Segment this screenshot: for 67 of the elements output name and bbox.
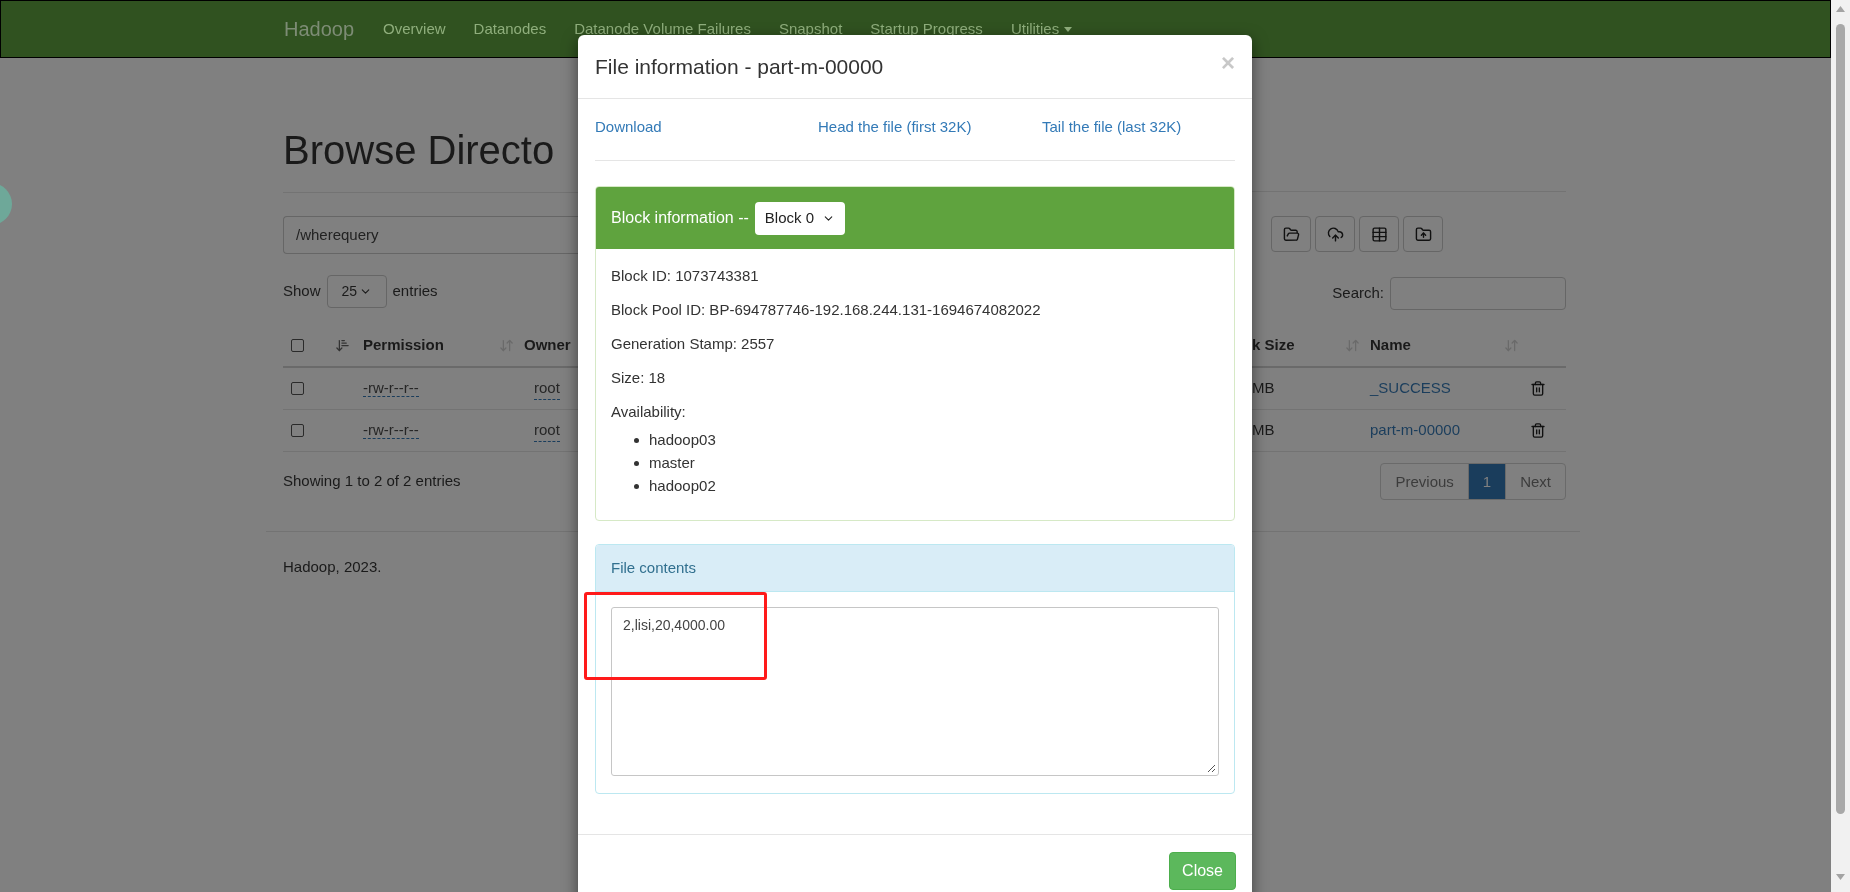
nav-link[interactable]: Datanodes (459, 17, 561, 41)
column-header[interactable]: Name (1370, 334, 1504, 357)
entries-label: entries (392, 280, 438, 301)
column-header[interactable]: Permission (363, 334, 499, 357)
nav-link[interactable]: Utilities (996, 17, 1087, 41)
file-link[interactable]: _SUCCESS (1370, 379, 1451, 397)
checkbox[interactable] (291, 382, 304, 395)
search-field[interactable] (1390, 277, 1566, 310)
modal-link[interactable]: Download (595, 116, 818, 139)
bullet-icon (634, 438, 639, 443)
scroll-down-icon[interactable] (1836, 874, 1845, 880)
modal-title: File information - part-m-00000 (595, 53, 884, 80)
bullet-icon (634, 461, 639, 466)
owner-link[interactable]: root (534, 376, 560, 401)
host-name: hadoop02 (649, 476, 716, 497)
table-cell-text: MB (1252, 378, 1276, 399)
cloud-upload-icon (1326, 225, 1344, 243)
checkbox[interactable] (291, 424, 304, 437)
entries-info: Showing 1 to 2 of 2 entries (283, 471, 462, 491)
bullet-icon (634, 484, 639, 489)
path-field[interactable]: /wherequery (283, 216, 578, 254)
page-size-select[interactable]: 25 (326, 274, 387, 308)
page-title: Browse Directo (283, 127, 556, 174)
file-contents-textarea[interactable]: 2,lisi,20,4000.00 (611, 607, 1219, 776)
block-field: Block ID: 1073743381 (611, 259, 1219, 293)
trash-icon[interactable] (1530, 422, 1546, 439)
toolbar-button[interactable] (1359, 216, 1399, 252)
file-contents-text: 2,lisi,20,4000.00 (623, 617, 725, 633)
toolbar-button[interactable] (1315, 216, 1355, 252)
block-field: Block Pool ID: BP-694787746-192.168.244.131-1694674082022 (611, 293, 1219, 327)
scrollbar[interactable] (1831, 0, 1850, 892)
scrollbar-thumb[interactable] (1836, 24, 1845, 814)
host-name: master (649, 453, 695, 474)
checkbox[interactable] (291, 339, 304, 352)
page-button[interactable]: 1 (1467, 464, 1506, 499)
trash-icon[interactable] (1530, 380, 1546, 397)
panel-title: File contents (611, 557, 697, 578)
table-icon (1370, 225, 1388, 243)
block-field: Generation Stamp: 2557 (611, 327, 1219, 361)
table-cell-text: MB (1252, 420, 1276, 441)
column-header[interactable]: Owner (524, 334, 571, 357)
folder-icon (1282, 225, 1300, 243)
search-label: Search: (1332, 283, 1384, 304)
block-field: Size: 18 (611, 361, 1219, 395)
brand-link[interactable]: Hadoop (284, 14, 355, 44)
toolbar-button[interactable] (1403, 216, 1443, 252)
modal-link[interactable]: Head the file (first 32K) (818, 116, 1042, 139)
sort-icon[interactable] (335, 338, 350, 353)
close-button[interactable]: Close (1169, 852, 1236, 890)
footer-text: Hadoop, 2023. (283, 557, 382, 577)
owner-link[interactable]: root (534, 418, 560, 443)
modal-link[interactable]: Tail the file (last 32K) (1042, 116, 1235, 139)
folder-up-icon (1414, 225, 1432, 243)
permission-link[interactable]: -rw-r--r-- (363, 421, 419, 440)
availability-label: Availability: (611, 402, 687, 422)
column-header[interactable]: k Size (1252, 334, 1345, 357)
resize-grip-icon (1207, 764, 1215, 772)
nav-link[interactable]: Overview (369, 17, 460, 41)
block-select[interactable]: Block 0 (754, 201, 845, 235)
toolbar-button[interactable] (1271, 216, 1311, 252)
show-label: Show (283, 280, 321, 301)
scroll-up-icon[interactable] (1836, 6, 1845, 12)
caret-icon (1064, 26, 1073, 32)
permission-link[interactable]: -rw-r--r-- (363, 379, 419, 398)
panel-title: Block information -- (611, 208, 749, 228)
file-link[interactable]: part-m-00000 (1370, 421, 1461, 439)
host-name: hadoop03 (649, 430, 716, 451)
